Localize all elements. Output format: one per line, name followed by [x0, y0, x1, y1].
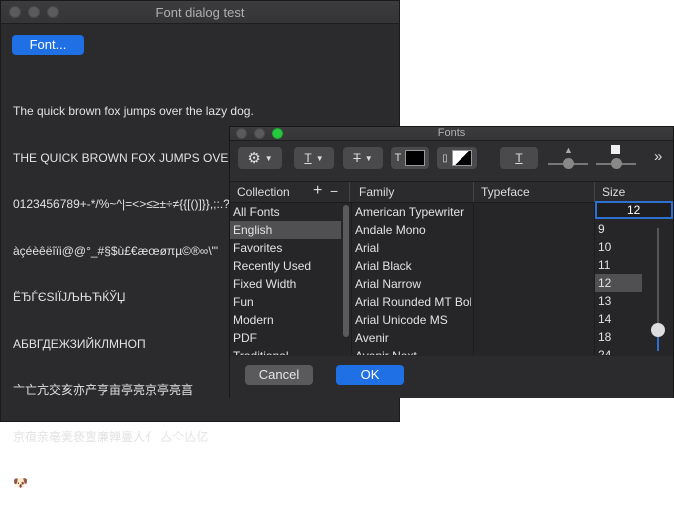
document-color-well[interactable]: ▯: [437, 147, 477, 169]
collection-item[interactable]: Fun: [230, 293, 341, 311]
collection-scrollbar[interactable]: [343, 205, 349, 337]
font-panel-title: Fonts: [437, 127, 466, 139]
sample-line: 🐶: [13, 476, 28, 490]
size-input[interactable]: 12: [595, 201, 673, 219]
font-button[interactable]: Font...: [12, 35, 84, 55]
collection-item[interactable]: All Fonts: [230, 203, 341, 221]
shadow-opacity-knob[interactable]: [563, 158, 574, 169]
chevron-down-icon: ▼: [364, 153, 373, 163]
shadow-label: T: [515, 151, 523, 165]
collection-item[interactable]: Recently Used: [230, 257, 341, 275]
family-item[interactable]: Arial Narrow: [352, 275, 471, 293]
gear-icon: ⚙: [247, 150, 261, 167]
text-color-swatch: [405, 150, 426, 166]
chevron-down-icon: ▼: [315, 153, 324, 163]
font-panel-toolbar: ⚙ ▼ T ▼ T ▼ T ▯ T ▲ »: [230, 141, 673, 182]
action-menu[interactable]: ⚙ ▼: [238, 147, 282, 169]
sample-line: The quick brown fox jumps over the lazy …: [13, 104, 254, 118]
size-item[interactable]: 9: [595, 220, 655, 238]
collection-item[interactable]: PDF: [230, 329, 341, 347]
header-divider: [349, 182, 350, 202]
shadow-opacity-icon: ▲: [564, 145, 573, 155]
strikethrough-menu[interactable]: T ▼: [343, 147, 383, 169]
size-item[interactable]: 11: [595, 256, 655, 274]
font-panel: Fonts ⚙ ▼ T ▼ T ▼ T ▯ T ▲ » Collection +…: [229, 126, 674, 398]
size-header: Size: [602, 185, 626, 199]
collection-item[interactable]: Traditional: [230, 347, 341, 355]
text-color-t-icon: T: [394, 152, 402, 164]
remove-collection-button[interactable]: −: [330, 183, 338, 199]
underline-menu[interactable]: T ▼: [294, 147, 334, 169]
family-item[interactable]: Andale Mono: [352, 221, 471, 239]
header-divider: [594, 182, 595, 202]
size-item[interactable]: 10: [595, 238, 655, 256]
double-chevron-icon[interactable]: »: [654, 148, 662, 165]
cancel-button[interactable]: Cancel: [245, 365, 313, 385]
collection-item[interactable]: Favorites: [230, 239, 341, 257]
main-titlebar: Font dialog test: [1, 1, 399, 24]
collection-item[interactable]: Fixed Width: [230, 275, 341, 293]
shadow-button[interactable]: T: [500, 147, 538, 169]
column-headers: Collection + − Family Typeface Size: [230, 182, 673, 203]
font-panel-footer: Cancel OK: [230, 356, 673, 398]
size-item[interactable]: 14: [595, 310, 655, 328]
size-slider-knob[interactable]: [651, 323, 665, 337]
text-color-well[interactable]: T: [391, 147, 429, 169]
family-item[interactable]: American Typewriter: [352, 203, 471, 221]
size-list[interactable]: 9 10 11 12 13 14 18 24: [595, 220, 655, 355]
collection-item[interactable]: Modern: [230, 311, 341, 329]
family-item[interactable]: Arial Rounded MT Bold: [352, 293, 471, 311]
typeface-header: Typeface: [481, 185, 530, 199]
ok-button[interactable]: OK: [336, 365, 404, 385]
add-collection-button[interactable]: +: [313, 182, 322, 200]
family-header: Family: [359, 185, 395, 199]
family-list[interactable]: American Typewriter Andale Mono Arial Ar…: [352, 203, 471, 355]
family-item[interactable]: Arial: [352, 239, 471, 257]
strikethrough-label: T: [353, 151, 361, 165]
sample-line: 京亱亲亳亴亵亶亷亸亹人亻 亼亽亾亿: [13, 429, 209, 444]
page-icon: ▯: [442, 152, 448, 164]
size-item[interactable]: 24: [595, 346, 655, 355]
size-item-selected[interactable]: 12: [595, 274, 642, 292]
header-divider: [473, 182, 474, 202]
document-color-swatch: [451, 150, 472, 166]
underline-label: T: [304, 151, 312, 165]
typeface-list[interactable]: [474, 203, 594, 355]
family-item[interactable]: Avenir: [352, 329, 471, 347]
chevron-down-icon: ▼: [264, 153, 273, 163]
collection-item-selected[interactable]: English: [230, 221, 341, 239]
collection-list[interactable]: All Fonts English Favorites Recently Use…: [230, 203, 341, 355]
size-item[interactable]: 13: [595, 292, 655, 310]
window-title: Font dialog test: [155, 5, 245, 20]
font-panel-titlebar: Fonts: [230, 127, 673, 141]
collection-header: Collection: [237, 185, 290, 199]
shadow-blur-knob[interactable]: [611, 158, 622, 169]
family-item[interactable]: Avenir Next: [352, 347, 471, 355]
family-item[interactable]: Arial Black: [352, 257, 471, 275]
shadow-blur-icon: [611, 145, 620, 154]
family-item[interactable]: Arial Unicode MS: [352, 311, 471, 329]
size-item[interactable]: 18: [595, 328, 655, 346]
